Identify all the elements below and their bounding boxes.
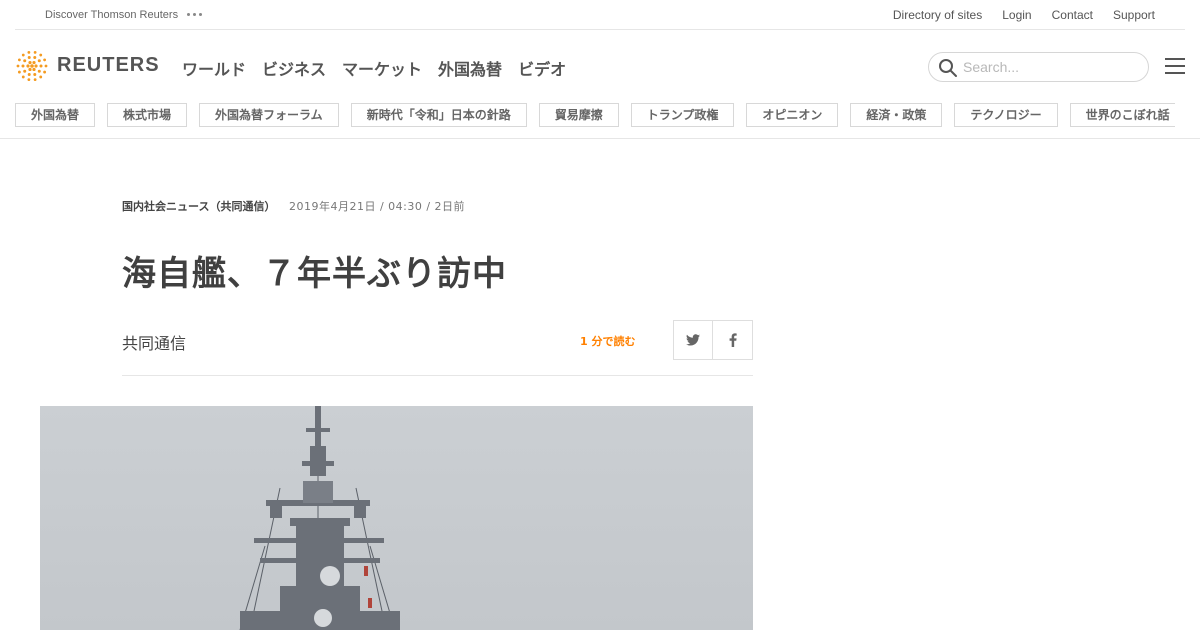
contact-link[interactable]: Contact xyxy=(1052,8,1093,22)
facebook-icon xyxy=(729,333,737,347)
search-box xyxy=(928,52,1149,82)
nav-forex[interactable]: 外国為替 xyxy=(438,56,502,80)
article-lead-photo[interactable] xyxy=(40,406,753,630)
warship-image xyxy=(239,406,400,630)
support-link[interactable]: Support xyxy=(1113,8,1155,22)
hamburger-menu-icon[interactable] xyxy=(1165,58,1185,76)
main-nav: ワールド ビジネス マーケット 外国為替 ビデオ xyxy=(182,56,566,80)
article-section[interactable]: 国内社会ニュース（共同通信） xyxy=(122,200,275,213)
article-headline: 海自艦、７年半ぶり訪中 xyxy=(122,254,507,294)
reuters-logo-text[interactable]: REUTERS xyxy=(57,54,160,77)
topic-chip[interactable]: 新時代「令和」日本の針路 xyxy=(350,103,527,127)
search-input[interactable] xyxy=(963,57,1143,77)
article-date: 2019年4月21日 / 04:30 / 2日前 xyxy=(288,200,466,213)
read-time: 1 分で読む xyxy=(580,335,636,348)
topic-chip[interactable]: テクノロジー xyxy=(954,103,1058,127)
twitter-share-button[interactable] xyxy=(673,320,713,360)
nav-markets[interactable]: マーケット xyxy=(342,56,422,80)
article-byline: 共同通信 xyxy=(122,334,187,353)
utility-bar: Discover Thomson Reuters Directory of si… xyxy=(15,0,1185,30)
nav-video[interactable]: ビデオ xyxy=(518,56,566,80)
share-buttons xyxy=(673,320,753,360)
topic-chip[interactable]: トランプ政権 xyxy=(630,103,735,127)
topic-chip[interactable]: 外国為替フォーラム xyxy=(199,103,339,127)
topic-chip[interactable]: 株式市場 xyxy=(107,103,188,127)
discover-link[interactable]: Discover Thomson Reuters xyxy=(45,9,178,21)
reuters-logo-icon[interactable] xyxy=(15,49,49,83)
topic-chip[interactable]: 経済・政策 xyxy=(850,103,943,127)
twitter-icon xyxy=(686,334,700,346)
facebook-share-button[interactable] xyxy=(713,320,753,360)
nav-world[interactable]: ワールド xyxy=(182,56,246,80)
utility-links: Directory of sites Login Contact Support xyxy=(893,8,1155,22)
login-link[interactable]: Login xyxy=(1002,8,1031,22)
more-dots-icon[interactable] xyxy=(187,13,202,16)
article-divider xyxy=(122,375,753,376)
topic-chips: 外国為替 株式市場 外国為替フォーラム 新時代「令和」日本の針路 貿易摩擦 トラ… xyxy=(15,103,1175,127)
article-meta: 国内社会ニュース（共同通信） 2019年4月21日 / 04:30 / 2日前 xyxy=(122,198,465,214)
header-divider xyxy=(0,138,1200,139)
nav-business[interactable]: ビジネス xyxy=(262,56,326,80)
directory-of-sites-link[interactable]: Directory of sites xyxy=(893,8,982,22)
topic-chip[interactable]: オピニオン xyxy=(746,103,839,127)
topic-chip[interactable]: 貿易摩擦 xyxy=(538,103,619,127)
topic-chip[interactable]: 外国為替 xyxy=(15,103,96,127)
search-icon[interactable] xyxy=(938,58,958,78)
topic-chip[interactable]: 世界のこぼれ話 xyxy=(1069,103,1175,127)
